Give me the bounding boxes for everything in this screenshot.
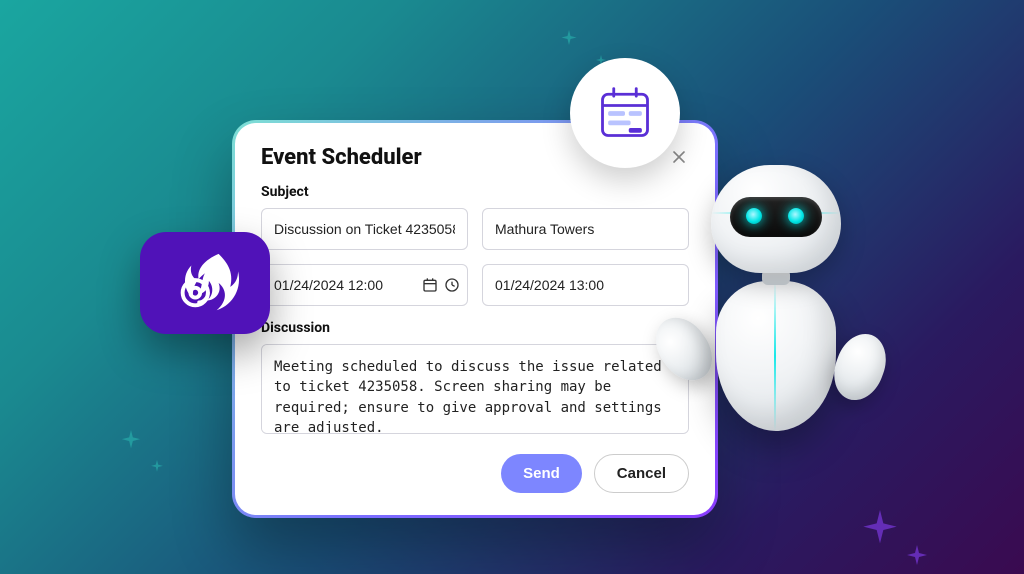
sparkle-decoration — [905, 545, 929, 569]
sparkle-decoration — [560, 30, 578, 48]
subject-input[interactable] — [261, 208, 468, 250]
robot-eye — [788, 208, 804, 224]
brand-badge — [140, 232, 270, 334]
location-input[interactable] — [482, 208, 689, 250]
robot-seam — [774, 281, 776, 431]
clock-icon[interactable] — [444, 277, 460, 293]
calendar-icon — [595, 83, 655, 143]
end-datetime-input[interactable] — [482, 264, 689, 306]
calendar-picker-icon[interactable] — [422, 277, 438, 293]
discussion-textarea[interactable] — [261, 344, 689, 434]
sparkle-decoration — [120, 430, 142, 452]
sparkle-decoration — [860, 510, 900, 550]
calendar-badge — [570, 58, 680, 168]
discussion-label: Discussion — [261, 320, 689, 336]
subject-label: Subject — [261, 184, 689, 200]
sparkle-decoration — [150, 460, 164, 474]
at-flame-icon — [166, 248, 244, 318]
close-button[interactable] — [671, 149, 689, 167]
close-icon — [671, 149, 689, 165]
robot-illustration — [666, 165, 896, 495]
robot-visor — [730, 197, 822, 237]
event-scheduler-modal: Event Scheduler Subject — [232, 120, 718, 518]
robot-body — [716, 281, 836, 431]
stage: Event Scheduler Subject — [0, 0, 1024, 574]
robot-arm-right — [826, 327, 894, 407]
modal-title: Event Scheduler — [261, 145, 422, 170]
send-button[interactable]: Send — [501, 454, 582, 493]
robot-eye — [746, 208, 762, 224]
